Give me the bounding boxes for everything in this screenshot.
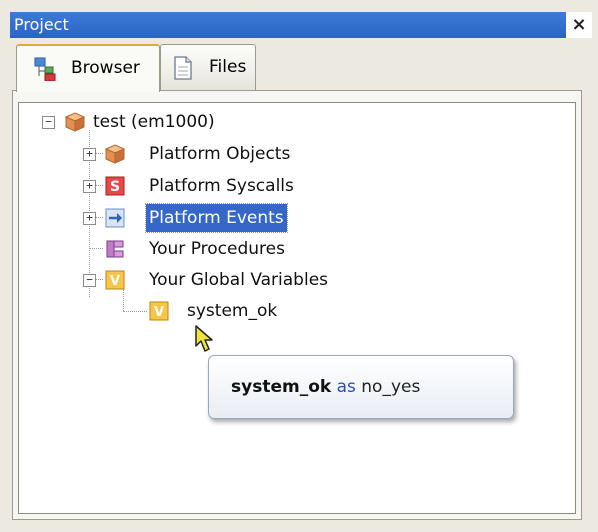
tree-item-platform-syscalls[interactable]: Platform Syscalls — [149, 172, 294, 200]
variable-v-icon: V — [105, 270, 125, 290]
svg-text:S: S — [110, 179, 120, 195]
project-tree[interactable]: − test (em1000) + Platform Objects + S P… — [18, 102, 576, 514]
expander-expand[interactable]: + — [83, 148, 96, 161]
expander-collapse[interactable]: − — [83, 274, 96, 287]
tree-root-label[interactable]: test (em1000) — [93, 108, 215, 136]
file-icon — [174, 56, 192, 80]
syscall-s-icon: S — [105, 176, 125, 196]
expander-expand[interactable]: + — [83, 180, 96, 193]
tab-browser[interactable]: Browser — [16, 44, 160, 92]
panel-title-bar[interactable]: Project — [10, 12, 588, 38]
mouse-cursor-icon — [195, 325, 213, 352]
tree-item-your-procedures[interactable]: Your Procedures — [149, 235, 285, 263]
tree-item-platform-events[interactable]: Platform Events — [145, 203, 288, 233]
tree-item-system-ok[interactable]: system_ok — [187, 297, 277, 325]
tooltip-keyword: as — [336, 377, 356, 397]
tree-item-platform-objects[interactable]: Platform Objects — [149, 140, 290, 168]
procedure-icon — [106, 240, 124, 258]
project-browser-icon — [34, 57, 56, 81]
variable-tooltip: system_ok as no_yes — [208, 355, 514, 419]
expander-expand[interactable]: + — [83, 212, 96, 225]
tab-files-label: Files — [209, 57, 247, 77]
cube-icon — [105, 144, 125, 164]
close-button[interactable]: × — [566, 12, 592, 38]
tab-files[interactable]: Files — [160, 44, 256, 90]
tooltip-variable-name: system_ok — [231, 377, 332, 397]
variable-v-icon: V — [149, 301, 169, 321]
tree-item-your-global-variables[interactable]: Your Global Variables — [149, 266, 328, 294]
expander-collapse[interactable]: − — [42, 116, 55, 129]
tab-browser-label: Browser — [71, 58, 140, 78]
close-icon: × — [571, 14, 587, 35]
svg-text:V: V — [154, 305, 164, 320]
cube-icon — [65, 112, 85, 132]
tooltip-type: no_yes — [361, 377, 421, 397]
panel-title: Project — [14, 15, 69, 34]
event-arrow-icon — [105, 208, 125, 228]
svg-text:V: V — [110, 274, 120, 289]
